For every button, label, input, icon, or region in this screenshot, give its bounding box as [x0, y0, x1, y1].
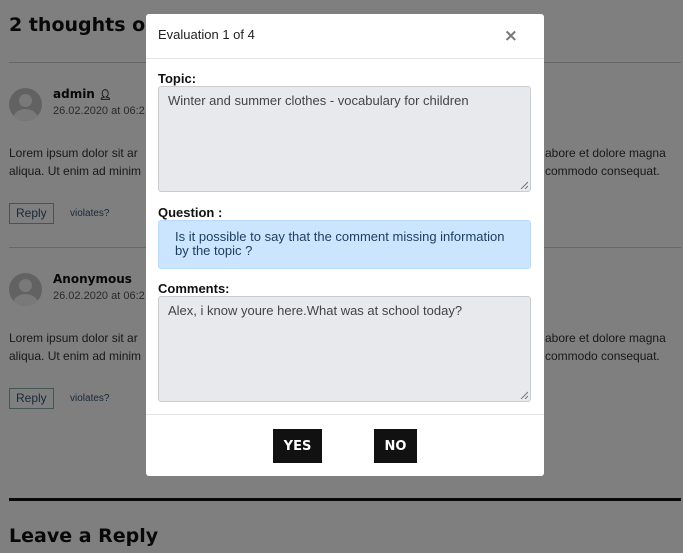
yes-button[interactable]: YES: [273, 429, 322, 463]
evaluation-modal: Evaluation 1 of 4 × Topic: Winter and su…: [146, 14, 544, 476]
resize-grip-icon[interactable]: [520, 391, 528, 399]
question-text-line: Is it possible to say that the comment m…: [175, 229, 505, 244]
resize-grip-icon[interactable]: [520, 181, 528, 189]
topic-field[interactable]: Winter and summer clothes - vocabulary f…: [158, 86, 531, 192]
question-label: Question :: [158, 205, 223, 220]
question-text-line: by the topic ?: [175, 243, 253, 258]
modal-title: Evaluation 1 of 4: [158, 27, 255, 42]
topic-label: Topic:: [158, 71, 197, 86]
comments-value: Alex, i know youre here.What was at scho…: [168, 303, 463, 318]
modal-header: Evaluation 1 of 4 ×: [146, 14, 544, 59]
question-alert: Is it possible to say that the comment m…: [158, 220, 531, 269]
topic-value: Winter and summer clothes - vocabulary f…: [168, 93, 469, 108]
comments-label: Comments:: [158, 281, 230, 296]
no-button[interactable]: NO: [374, 429, 417, 463]
comments-field[interactable]: Alex, i know youre here.What was at scho…: [158, 296, 531, 402]
modal-footer: YES NO: [146, 414, 544, 476]
close-icon[interactable]: ×: [504, 26, 518, 46]
